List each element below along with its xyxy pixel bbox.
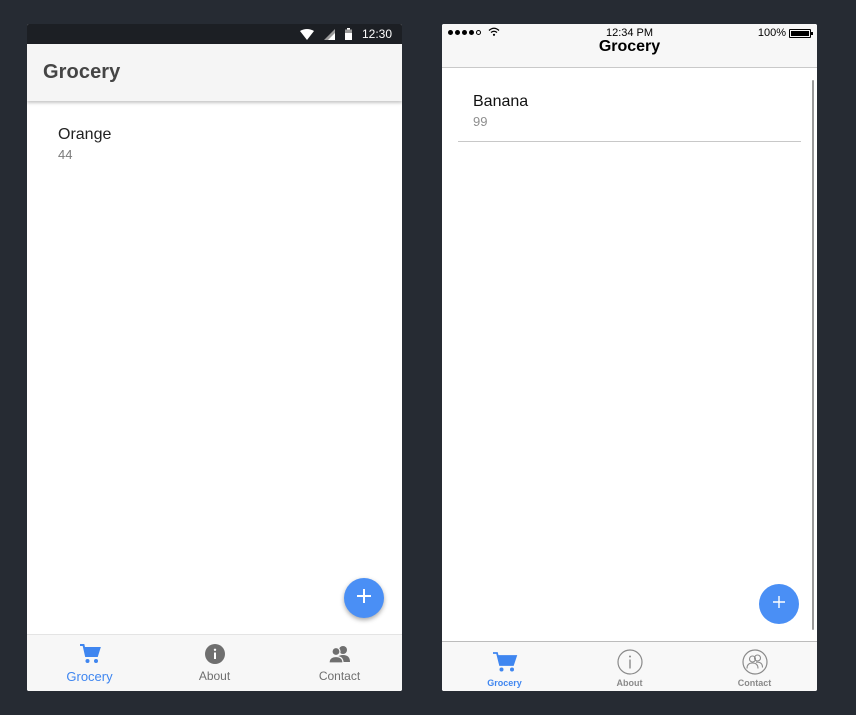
tab-label: Contact bbox=[318, 669, 361, 683]
battery-icon bbox=[789, 28, 813, 38]
tab-label: About bbox=[616, 678, 643, 688]
tab-contact[interactable]: Contact bbox=[692, 642, 817, 691]
tab-about[interactable]: About bbox=[152, 635, 277, 691]
plus-icon bbox=[356, 588, 372, 609]
status-time: 12:30 bbox=[361, 27, 392, 41]
add-item-button[interactable] bbox=[759, 584, 799, 624]
list-item[interactable]: Banana 99 bbox=[458, 69, 801, 142]
cell-signal-icon bbox=[323, 28, 335, 40]
item-name: Orange bbox=[58, 126, 112, 143]
tab-contact[interactable]: Contact bbox=[277, 635, 402, 691]
tab-label: About bbox=[198, 669, 231, 683]
tab-label: Contact bbox=[737, 678, 772, 688]
info-icon bbox=[203, 642, 227, 666]
grocery-list: Banana 99 bbox=[458, 69, 801, 142]
android-phone: 12:30 Grocery Orange 44 Grocery About Co… bbox=[27, 24, 402, 691]
page-title: Grocery bbox=[598, 38, 661, 55]
page-title: Grocery bbox=[43, 61, 121, 83]
list-item[interactable]: Orange 44 bbox=[27, 101, 402, 162]
plus-icon bbox=[772, 595, 786, 614]
tab-grocery[interactable]: Grocery bbox=[442, 642, 567, 691]
contacts-icon bbox=[327, 642, 352, 666]
tab-about[interactable]: About bbox=[567, 642, 692, 691]
cart-icon bbox=[491, 648, 519, 676]
tab-label: Grocery bbox=[487, 678, 522, 688]
item-quantity: 44 bbox=[58, 147, 73, 162]
item-name: Banana bbox=[473, 93, 529, 110]
bottom-tab-bar: Grocery About Contact bbox=[27, 634, 402, 691]
bottom-tab-bar: Grocery About Contact bbox=[442, 641, 817, 691]
info-icon bbox=[616, 648, 644, 676]
android-status-bar: 12:30 bbox=[27, 24, 402, 44]
cart-icon bbox=[78, 642, 102, 666]
grocery-list: Orange 44 bbox=[27, 101, 402, 162]
app-bar: Grocery bbox=[27, 44, 402, 101]
scrollbar[interactable] bbox=[812, 80, 814, 630]
ios-phone: 12:34 PM 100% Grocery Banana 99 Grocery … bbox=[442, 24, 817, 691]
battery-icon bbox=[344, 28, 352, 40]
tab-label: Grocery bbox=[66, 669, 113, 684]
contacts-icon bbox=[741, 648, 769, 676]
tab-grocery[interactable]: Grocery bbox=[27, 635, 152, 691]
wifi-icon bbox=[299, 28, 314, 40]
navigation-bar: 12:34 PM 100% Grocery bbox=[442, 24, 817, 68]
item-quantity: 99 bbox=[473, 114, 488, 129]
add-item-button[interactable] bbox=[344, 578, 384, 618]
